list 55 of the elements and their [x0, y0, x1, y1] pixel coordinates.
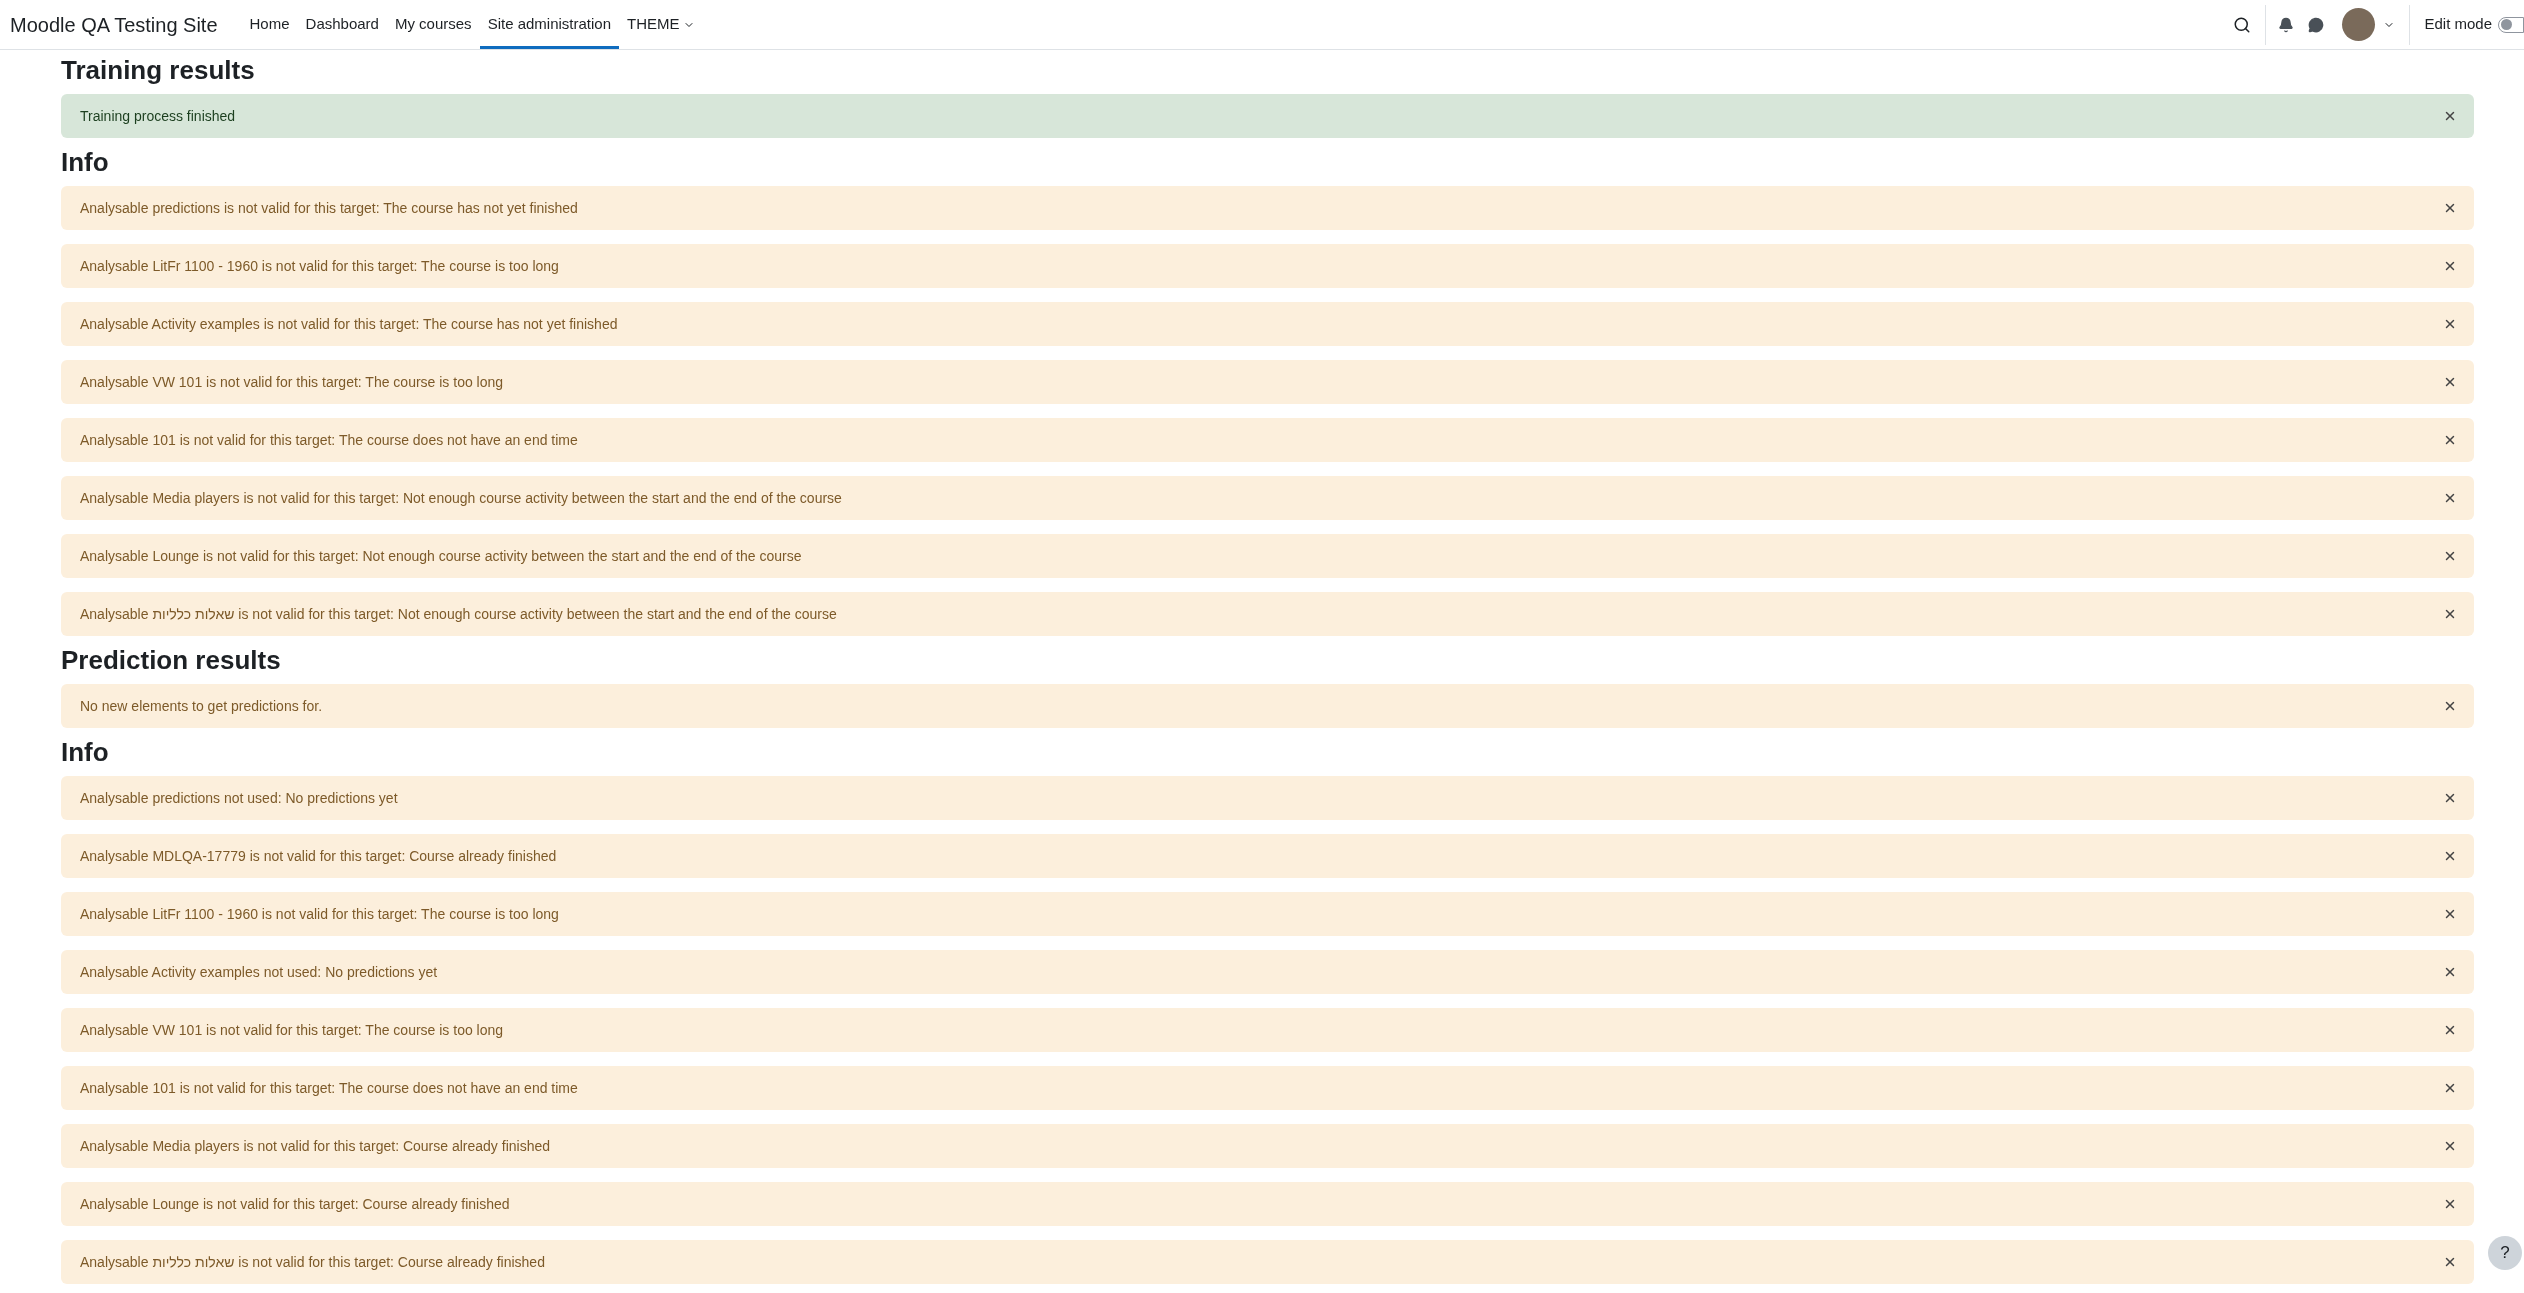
- alert-message: Analysable שאלות כלליות is not valid for this target: Course already finished: [80, 1252, 545, 1272]
- close-icon[interactable]: [2443, 1023, 2457, 1037]
- edit-mode-label: Edit mode: [2424, 14, 2492, 35]
- close-icon[interactable]: [2443, 1255, 2457, 1269]
- alert-message: Analysable שאלות כלליות is not valid for this target: Not enough course activity between the start and the end of the course: [80, 604, 837, 624]
- alert-message: Analysable Media players is not valid for this target: Course already finished: [80, 1136, 551, 1156]
- alert-message: Analysable Lounge is not valid for this target: Course already finished: [80, 1194, 510, 1214]
- section-heading: Training results: [61, 54, 256, 86]
- alert-message: Analysable 101 is not valid for this target: The course does not have an end time: [80, 430, 578, 450]
- alert-message: Analysable Media players is not valid for this target: Not enough course activity between the start and the end of the course: [80, 488, 842, 508]
- nav-link[interactable]: Home: [241, 0, 298, 49]
- edit-mode-toggle[interactable]: [2498, 16, 2524, 33]
- alert-message: Analysable MDLQA-17779 is not valid for this target: Course already finished: [80, 846, 557, 866]
- alert-message: Analysable 101 is not valid for this target: The course does not have an end time: [80, 1078, 578, 1098]
- alert-message: Analysable Activity examples is not valid for this target: The course has not yet finished: [80, 314, 618, 334]
- section-heading: Info: [61, 146, 110, 178]
- site-name[interactable]: Moodle QA Testing Site: [10, 9, 218, 40]
- close-icon[interactable]: [2443, 849, 2457, 863]
- close-icon[interactable]: [2443, 109, 2457, 123]
- close-icon[interactable]: [2443, 965, 2457, 979]
- alert-message: Analysable predictions is not valid for this target: The course has not yet finished: [80, 198, 578, 218]
- close-icon[interactable]: [2443, 317, 2457, 331]
- alert-message: Analysable LitFr 1100 - 1960 is not valid for this target: The course is too long: [80, 256, 559, 276]
- close-icon[interactable]: [2443, 699, 2457, 713]
- nav-link[interactable]: Site administration: [479, 0, 620, 49]
- close-icon[interactable]: [2443, 1081, 2457, 1095]
- nav-menu-link[interactable]: THEME: [619, 0, 703, 49]
- close-icon[interactable]: [2443, 907, 2457, 921]
- search-icon[interactable]: [2233, 15, 2252, 34]
- section-heading: Info: [61, 736, 110, 768]
- close-icon[interactable]: [2443, 433, 2457, 447]
- close-icon[interactable]: [2443, 549, 2457, 563]
- nav-link[interactable]: My courses: [386, 0, 480, 49]
- alert-message: Analysable LitFr 1100 - 1960 is not valid for this target: The course is too long: [80, 904, 559, 924]
- close-icon[interactable]: [2443, 259, 2457, 273]
- close-icon[interactable]: [2443, 375, 2457, 389]
- close-icon[interactable]: [2443, 201, 2457, 215]
- close-icon[interactable]: [2443, 1139, 2457, 1153]
- user-avatar[interactable]: [2342, 8, 2376, 41]
- nav-link[interactable]: Dashboard: [297, 0, 387, 49]
- close-icon[interactable]: [2443, 607, 2457, 621]
- chat-icon[interactable]: [2308, 16, 2325, 33]
- alert-message: Analysable predictions not used: No predictions yet: [80, 788, 398, 808]
- close-icon[interactable]: [2443, 1197, 2457, 1211]
- close-icon[interactable]: [2443, 491, 2457, 505]
- alert-message: Analysable Activity examples not used: No predictions yet: [80, 962, 438, 982]
- alert-message: Training process finished: [80, 106, 236, 126]
- close-icon[interactable]: [2443, 791, 2457, 805]
- alert-message: No new elements to get predictions for.: [80, 696, 323, 716]
- alert-message: Analysable VW 101 is not valid for this target: The course is too long: [80, 1020, 504, 1040]
- section-heading: Prediction results: [61, 644, 282, 676]
- alert-message: Analysable VW 101 is not valid for this target: The course is too long: [80, 372, 504, 392]
- alert-message: Analysable Lounge is not valid for this target: Not enough course activity between the start and the end of the course: [80, 546, 802, 566]
- bell-icon[interactable]: [2278, 16, 2295, 33]
- help-button[interactable]: ?: [2488, 1236, 2522, 1270]
